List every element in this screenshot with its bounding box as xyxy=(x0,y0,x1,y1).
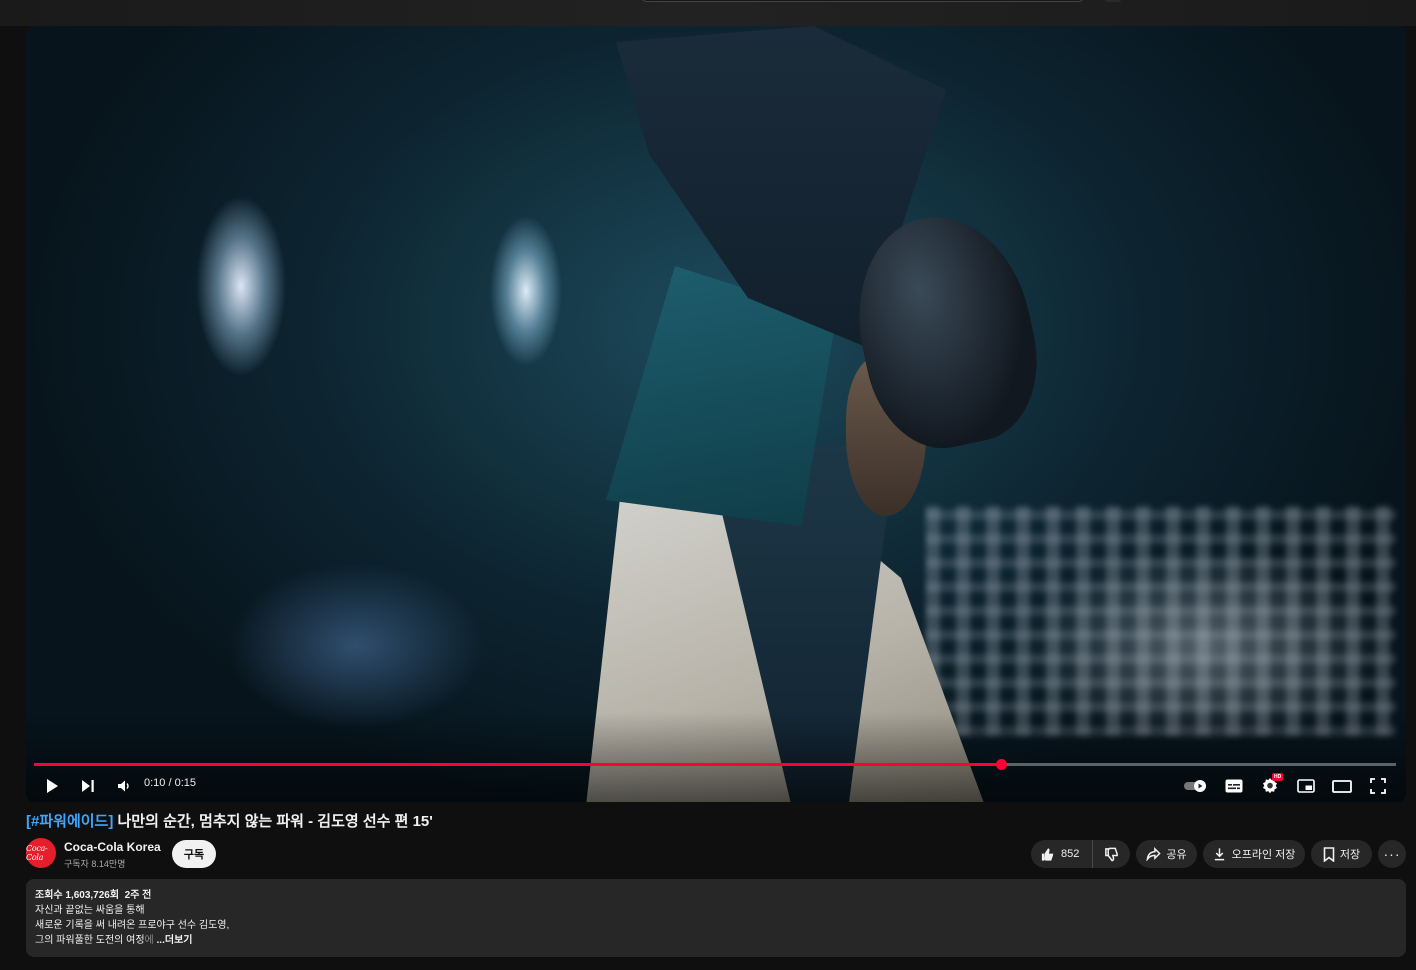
miniplayer-button[interactable] xyxy=(1294,774,1318,798)
channel-avatar[interactable]: Coca-Cola xyxy=(26,838,56,868)
volume-icon xyxy=(118,780,129,792)
scrubber-handle[interactable] xyxy=(996,759,1008,770)
description-line: 새로운 기록을 써 내려온 프로야구 선수 김도영, xyxy=(35,920,230,931)
progress-played xyxy=(34,763,1002,766)
dislike-button[interactable] xyxy=(1093,840,1130,868)
description-box[interactable]: 조회수 1,603,726회 2주 전 자신과 끝없는 싸움을 통해 새로운 기… xyxy=(26,879,1406,957)
description-line: 자신과 끝없는 싸움을 통해 xyxy=(35,905,145,916)
play-button[interactable] xyxy=(40,774,64,798)
autoplay-toggle[interactable] xyxy=(1182,774,1210,798)
hd-badge-icon: HD xyxy=(1272,773,1284,781)
play-icon xyxy=(47,779,58,793)
share-label: 공유 xyxy=(1166,849,1187,861)
fullscreen-button[interactable] xyxy=(1366,774,1390,798)
fullscreen-icon xyxy=(1370,778,1386,794)
like-icon xyxy=(1041,847,1054,861)
search-box-remnant[interactable] xyxy=(640,0,1085,2)
like-dislike-group: 852 xyxy=(1031,840,1130,868)
like-button[interactable]: 852 xyxy=(1031,840,1093,868)
subtitles-icon xyxy=(1225,779,1243,793)
theater-icon xyxy=(1332,779,1352,793)
bookmark-icon xyxy=(1323,846,1335,862)
volume-button[interactable] xyxy=(112,774,136,798)
progress-bar[interactable] xyxy=(34,759,1396,770)
dislike-icon xyxy=(1105,847,1118,861)
subscriber-count: 구독자 8.14만명 xyxy=(64,859,126,869)
next-button[interactable] xyxy=(76,774,100,798)
description-line-last: 그의 파워풀한 도전의 여정에 ...더보기 xyxy=(35,935,193,946)
title-text: 나만의 순간, 멈추지 않는 파워 - 김도영 선수 편 15' xyxy=(113,813,433,830)
download-label: 오프라인 저장 xyxy=(1231,849,1296,861)
title-hashtag-link[interactable]: [#파워에이드] xyxy=(26,813,113,830)
settings-button[interactable]: HD xyxy=(1258,773,1284,798)
subtitles-button[interactable] xyxy=(1222,774,1246,798)
voice-search-remnant[interactable] xyxy=(1103,0,1123,2)
theater-mode-button[interactable] xyxy=(1330,774,1354,798)
video-player[interactable]: 0:10 / 0:15 HD xyxy=(26,26,1406,802)
more-actions-icon: ··· xyxy=(1383,846,1401,862)
channel-name-link[interactable]: Coca-Cola Korea xyxy=(64,840,161,854)
download-icon xyxy=(1214,848,1224,861)
more-actions-button[interactable]: ··· xyxy=(1378,840,1406,868)
upload-age: 2주 전 xyxy=(124,890,152,901)
share-button[interactable]: 공유 xyxy=(1136,840,1197,868)
top-bar-remnant xyxy=(0,0,1416,26)
save-button[interactable]: 저장 xyxy=(1311,840,1372,868)
video-title: [#파워에이드] 나만의 순간, 멈추지 않는 파워 - 김도영 선수 편 15… xyxy=(26,810,433,831)
autoplay-toggle-icon xyxy=(1184,780,1206,792)
subscribe-button[interactable]: 구독 xyxy=(172,840,216,868)
show-more-link[interactable]: ...더보기 xyxy=(157,935,193,946)
miniplayer-icon xyxy=(1297,779,1315,793)
description-meta: 조회수 1,603,726회 2주 전 xyxy=(35,888,1397,903)
view-count: 조회수 1,603,726회 xyxy=(35,890,120,901)
next-icon xyxy=(82,780,94,792)
channel-logo-text: Coca-Cola xyxy=(26,844,48,862)
save-label: 저장 xyxy=(1339,849,1361,861)
time-display: 0:10 / 0:15 xyxy=(144,777,196,789)
video-frame xyxy=(26,26,1406,802)
like-count: 852 xyxy=(1061,848,1080,860)
share-icon xyxy=(1146,847,1162,861)
download-button[interactable]: 오프라인 저장 xyxy=(1203,840,1305,868)
